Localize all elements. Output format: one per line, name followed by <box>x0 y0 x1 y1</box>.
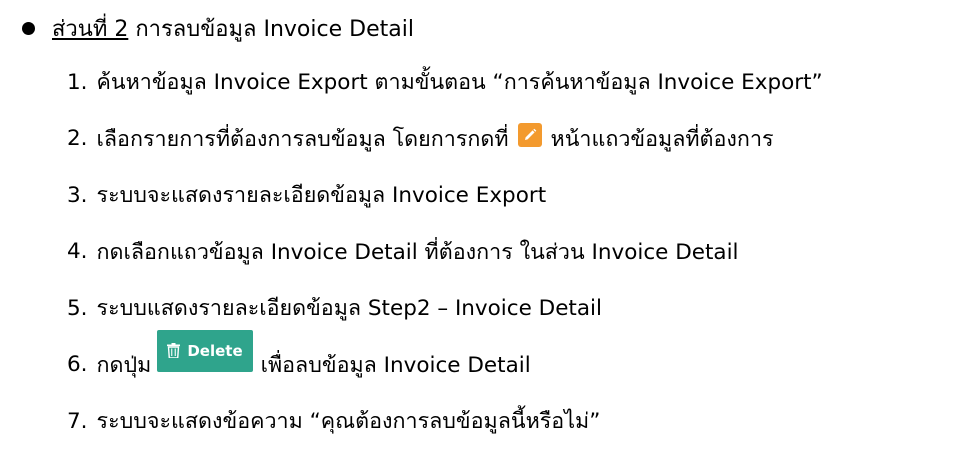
step-number: 6. <box>67 352 88 378</box>
step-number: 7. <box>67 408 88 434</box>
list-item: 4. กดเลือกแถวข้อมูล Invoice Detail ที่ต้… <box>67 224 947 281</box>
step-text: ค้นหาข้อมูล Invoice Export ตามขั้นตอน “ก… <box>96 70 823 96</box>
delete-button[interactable]: Delete <box>157 329 253 372</box>
section-title: การลบข้อมูล Invoice Detail <box>135 16 414 42</box>
list-item: 5. ระบบแสดงรายละเอียดข้อมูล Step2 – Invo… <box>67 280 947 337</box>
step-text: กดปุ่ม <box>96 352 152 378</box>
steps-list: 1. ค้นหาข้อมูล Invoice Export ตามขั้นตอน… <box>67 54 947 450</box>
list-item: 1. ค้นหาข้อมูล Invoice Export ตามขั้นตอน… <box>67 54 947 111</box>
delete-button-label: Delete <box>187 341 243 360</box>
step-text: ระบบจะแสดงข้อความ “คุณต้องการลบข้อมูลนี้… <box>96 409 601 435</box>
trash-icon <box>167 343 181 359</box>
pencil-edit-icon <box>517 122 542 147</box>
list-item: 2. เลือกรายการที่ต้องการลบข้อมูล โดยการก… <box>67 111 947 168</box>
document-page: ส่วนที่ 2 การลบข้อมูล Invoice Detail 1. … <box>0 0 958 459</box>
step-text: เพื่อลบข้อมูล Invoice Detail <box>260 352 531 378</box>
section-heading: ส่วนที่ 2 การลบข้อมูล Invoice Detail <box>22 8 414 48</box>
step-text: หน้าแถวข้อมูลที่ต้องการ <box>550 126 774 152</box>
section-label: ส่วนที่ 2 <box>52 16 129 42</box>
step-number: 1. <box>67 69 88 95</box>
list-item: 3. ระบบจะแสดงรายละเอียดข้อมูล Invoice Ex… <box>67 167 947 224</box>
step-number: 2. <box>67 126 88 152</box>
step-text: เลือกรายการที่ต้องการลบข้อมูล โดยการกดที… <box>96 126 509 152</box>
step-number: 4. <box>67 239 88 265</box>
list-item: 7. ระบบจะแสดงข้อความ “คุณต้องการลบข้อมูล… <box>67 393 947 450</box>
step-text: ระบบจะแสดงรายละเอียดข้อมูล Invoice Expor… <box>96 183 547 209</box>
step-text: กดเลือกแถวข้อมูล Invoice Detail ที่ต้องก… <box>96 239 739 265</box>
step-number: 5. <box>67 295 88 321</box>
bullet-icon <box>22 21 35 35</box>
step-number: 3. <box>67 182 88 208</box>
list-item: 6. กดปุ่ม Delete เพื่อลบข้อมูล Invoice D… <box>67 329 947 394</box>
step-text: ระบบแสดงรายละเอียดข้อมูล Step2 – Invoice… <box>96 296 602 322</box>
